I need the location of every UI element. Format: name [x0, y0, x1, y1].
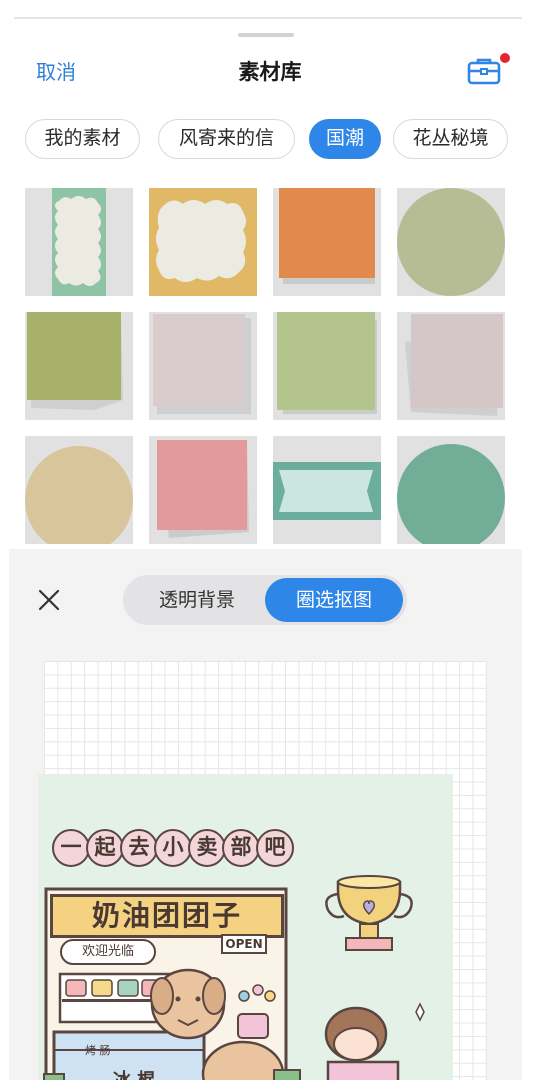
title-char: 一 — [52, 829, 90, 867]
material-item[interactable] — [149, 312, 257, 420]
sticker-image[interactable]: 一 起 去 小 卖 部 吧 奶油团团子 欢迎光临 OPEN 烤 肠 冰 棍 — [38, 774, 453, 1080]
counter-label: 冰 棍 — [113, 1066, 155, 1080]
mode-toggle: 透明背景 圈选抠图 — [123, 575, 407, 625]
shop-sign: 奶油团团子 — [50, 894, 284, 938]
title-char: 小 — [154, 829, 192, 867]
material-item[interactable] — [149, 436, 257, 544]
title-char: 卖 — [188, 829, 226, 867]
material-item[interactable] — [397, 436, 505, 544]
material-item[interactable] — [397, 188, 505, 296]
lasso-cutout-option[interactable]: 圈选抠图 — [265, 578, 403, 622]
cutout-editor-panel: 透明背景 圈选抠图 一 起 去 小 卖 部 吧 奶油团团子 欢迎光临 OPEN … — [9, 549, 522, 1080]
title-char: 去 — [120, 829, 158, 867]
material-grid — [0, 0, 540, 545]
shelf-label: 烤 肠 — [85, 1044, 111, 1057]
welcome-sign: 欢迎光临 — [60, 939, 156, 965]
material-item[interactable] — [273, 312, 381, 420]
title-char: 吧 — [256, 829, 294, 867]
material-item[interactable] — [25, 312, 133, 420]
material-item[interactable] — [25, 436, 133, 544]
material-item[interactable] — [273, 188, 381, 296]
material-item[interactable] — [149, 188, 257, 296]
title-char: 起 — [86, 829, 124, 867]
close-icon[interactable] — [36, 587, 62, 613]
transparent-bg-option[interactable]: 透明背景 — [123, 575, 271, 625]
title-char: 部 — [222, 829, 260, 867]
open-sign: OPEN — [221, 934, 267, 954]
material-item[interactable] — [25, 188, 133, 296]
material-item[interactable] — [273, 436, 381, 544]
material-item[interactable] — [397, 312, 505, 420]
